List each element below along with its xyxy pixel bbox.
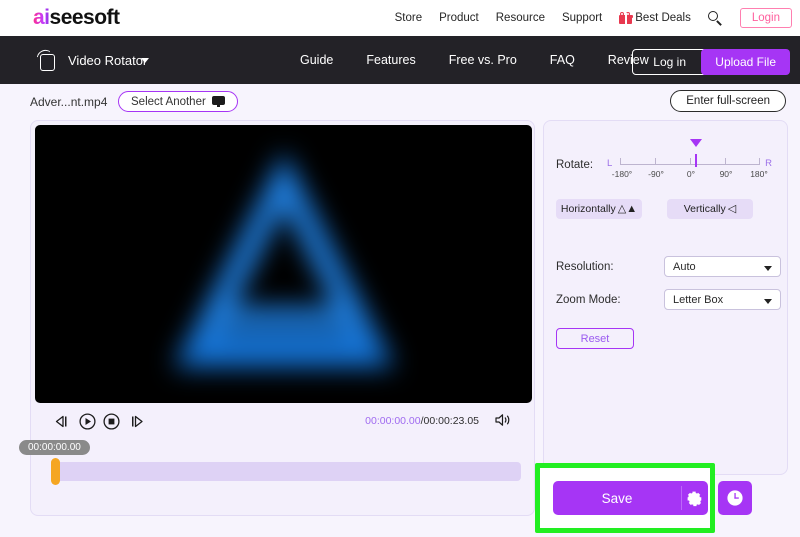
history-button[interactable]	[718, 481, 752, 515]
flip-vertically-label: Vertically	[683, 203, 726, 215]
brand-logo-prefix: ai	[33, 6, 50, 29]
rotate-tick-0: 0°	[686, 169, 696, 179]
top-nav-store[interactable]: Store	[395, 12, 423, 24]
top-header: aiseesoft Store Product Resource Support…	[0, 0, 800, 36]
current-filename: Adver...nt.mp4	[30, 95, 108, 109]
top-nav-best-deals[interactable]: Best Deals	[618, 12, 691, 24]
app-root: aiseesoft Store Product Resource Support…	[0, 0, 800, 537]
nav-faq[interactable]: FAQ	[550, 53, 575, 67]
player-panel: 00:00:00.00/00:00:23.05 00:00:00.00	[19, 120, 535, 516]
best-deals-label: Best Deals	[635, 12, 691, 24]
clock-icon	[726, 489, 744, 507]
video-frame-content	[154, 144, 414, 394]
flip-horizontally-button[interactable]: Horizontally △▲	[556, 199, 642, 219]
top-nav-product[interactable]: Product	[439, 12, 479, 24]
monitor-icon	[211, 96, 225, 107]
save-button-label: Save	[601, 490, 633, 506]
timeline-tooltip: 00:00:00.00	[19, 440, 90, 455]
flip-vertically-button[interactable]: Vertically ◁	[667, 199, 753, 219]
brand-logo-suffix: seesoft	[49, 6, 121, 29]
rotate-tick-90: 90°	[719, 169, 733, 179]
play-icon[interactable]	[79, 413, 96, 430]
chevron-down-icon	[764, 299, 772, 304]
nav-features[interactable]: Features	[366, 53, 415, 67]
login-button-top[interactable]: Login	[739, 8, 792, 28]
zoom-mode-label: Zoom Mode:	[556, 294, 621, 306]
enter-fullscreen-button[interactable]: Enter full-screen	[670, 90, 786, 112]
zoom-mode-select[interactable]: Letter Box	[664, 289, 781, 310]
upload-file-button[interactable]: Upload File	[701, 49, 790, 75]
timeline-handle[interactable]	[51, 458, 60, 485]
tool-title[interactable]: Video Rotator	[68, 53, 147, 68]
rotate-left-mark: L	[607, 158, 613, 169]
fast-forward-icon[interactable]	[129, 415, 145, 428]
search-icon[interactable]	[707, 10, 723, 26]
time-display: 00:00:00.00/00:00:23.05	[365, 415, 479, 427]
rotate-tick-180: 180°	[750, 169, 768, 179]
resolution-select[interactable]: Auto	[664, 256, 781, 277]
chevron-down-icon	[764, 266, 772, 271]
gift-icon	[618, 12, 633, 24]
settings-panel: Rotate: L R -180° -90° 0° 90° 180° Flip:…	[543, 120, 788, 475]
top-nav-resource[interactable]: Resource	[496, 12, 545, 24]
rotate-tick--180: -180°	[611, 169, 633, 179]
rotate-slider-handle[interactable]	[690, 139, 702, 167]
select-another-label: Select Another	[131, 95, 206, 108]
rewind-icon[interactable]	[55, 415, 71, 428]
zoom-mode-value: Letter Box	[673, 293, 724, 306]
top-nav-support[interactable]: Support	[562, 12, 602, 24]
nav-guide[interactable]: Guide	[300, 53, 333, 67]
stop-icon[interactable]	[103, 413, 120, 430]
total-time: /00:00:23.05	[420, 415, 479, 427]
gear-icon[interactable]	[686, 490, 703, 507]
flip-horizontally-label: Horizontally	[560, 203, 616, 215]
volume-icon[interactable]	[495, 413, 512, 427]
save-button[interactable]: Save	[553, 481, 708, 515]
nav-free-vs-pro[interactable]: Free vs. Pro	[449, 53, 517, 67]
rotate-right-mark: R	[765, 158, 772, 169]
rotate-slider[interactable]: L R -180° -90° 0° 90° 180°	[607, 139, 772, 181]
resolution-value: Auto	[673, 260, 696, 273]
timeline-track[interactable]	[55, 462, 521, 481]
login-button-nav[interactable]: Log in	[632, 49, 707, 75]
product-nav-links: Guide Features Free vs. Pro FAQ Review	[300, 36, 649, 84]
rotate-tick--90: -90°	[648, 169, 664, 179]
reset-button[interactable]: Reset	[556, 328, 634, 349]
current-time: 00:00:00.00	[365, 415, 421, 427]
flip-horizontal-icon: △▲	[617, 202, 638, 215]
top-nav: Store Product Resource Support Best Deal…	[395, 0, 792, 36]
select-another-button[interactable]: Select Another	[118, 91, 238, 112]
chevron-down-icon[interactable]	[141, 58, 149, 63]
flip-vertical-icon: ◁	[727, 202, 737, 215]
brand-logo[interactable]: aiseesoft	[33, 7, 120, 29]
video-preview[interactable]	[35, 125, 532, 403]
rotate-label: Rotate:	[556, 159, 594, 171]
video-rotator-icon	[36, 47, 59, 72]
resolution-label: Resolution:	[556, 261, 614, 273]
